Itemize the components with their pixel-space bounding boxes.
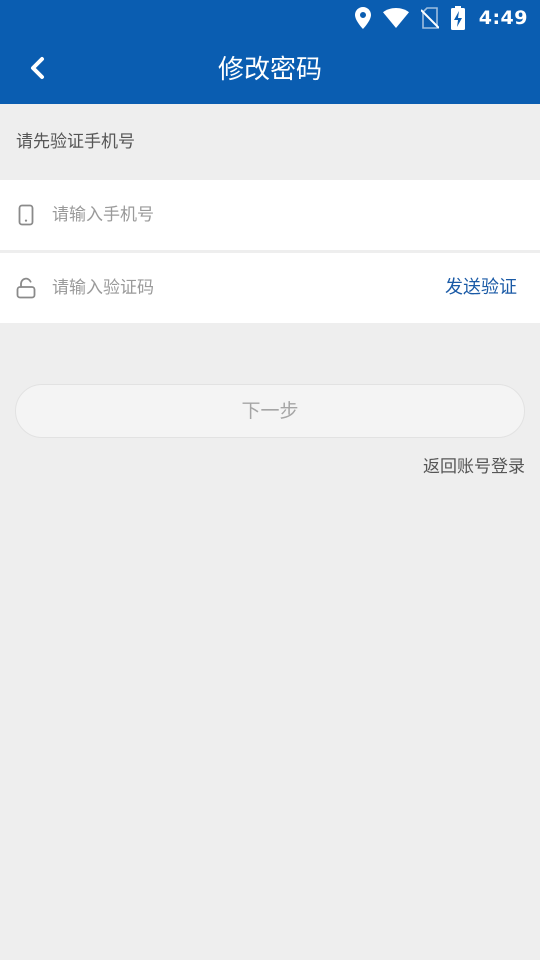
phone-row xyxy=(0,180,540,250)
wifi-icon xyxy=(382,8,409,28)
return-login-link[interactable]: 返回账号登录 xyxy=(423,454,525,480)
status-icons: 4:49 xyxy=(354,0,528,36)
app-bar: 修改密码 xyxy=(0,36,540,104)
location-icon xyxy=(354,7,371,29)
phone-input[interactable] xyxy=(52,197,412,233)
page-title: 修改密码 xyxy=(217,55,322,85)
battery-charging-icon xyxy=(450,6,465,30)
chevron-left-icon xyxy=(28,56,48,84)
code-row: 发送验证 xyxy=(0,253,540,323)
no-sim-icon xyxy=(420,7,439,29)
unlock-icon xyxy=(15,276,37,300)
next-step-button[interactable]: 下一步 xyxy=(15,384,525,438)
phone-icon xyxy=(15,203,37,227)
verify-phone-hint: 请先验证手机号 xyxy=(16,132,135,152)
send-code-button[interactable]: 发送验证 xyxy=(445,253,517,323)
back-button[interactable] xyxy=(14,46,62,94)
status-time: 4:49 xyxy=(478,7,528,29)
status-bar: 4:49 xyxy=(0,0,540,36)
verification-code-input[interactable] xyxy=(52,270,412,306)
